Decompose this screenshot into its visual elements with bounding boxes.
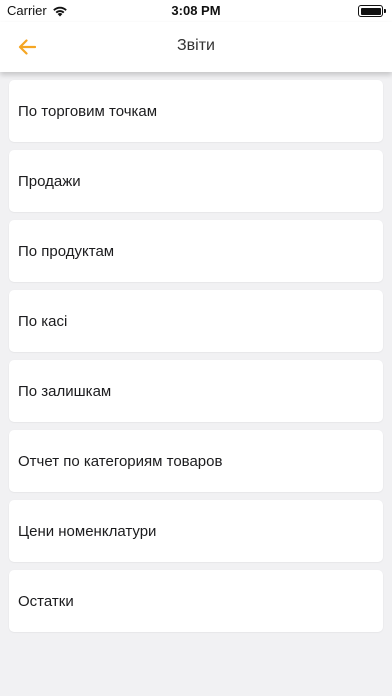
battery-icon [358,5,386,17]
navigation-bar: Звіти [0,22,392,72]
report-item-label: Остатки [18,592,74,610]
report-item-cash-register[interactable]: По касі [9,290,383,352]
report-item-label: По залишкам [18,382,112,400]
report-item-label: Отчет по категориям товаров [18,452,223,470]
status-time: 3:08 PM [171,3,221,18]
report-item-trade-points[interactable]: По торговим точкам [9,80,383,142]
screen: Carrier 3:08 PM Звіти По торговим точкам… [0,0,392,696]
page-title: Звіти [177,37,215,54]
report-item-stock[interactable]: Остатки [9,570,383,632]
report-item-label: По торговим точкам [18,102,158,120]
report-item-label: По продуктам [18,242,115,260]
report-item-product-categories[interactable]: Отчет по категориям товаров [9,430,383,492]
report-item-label: По касі [18,312,68,330]
report-item-sales[interactable]: Продажи [9,150,383,212]
report-item-label: Цени номенклатури [18,522,157,540]
report-item-products[interactable]: По продуктам [9,220,383,282]
status-bar: Carrier 3:08 PM [0,0,392,22]
report-item-balances[interactable]: По залишкам [9,360,383,422]
report-item-price-list[interactable]: Цени номенклатури [9,500,383,562]
report-item-label: Продажи [18,172,81,190]
